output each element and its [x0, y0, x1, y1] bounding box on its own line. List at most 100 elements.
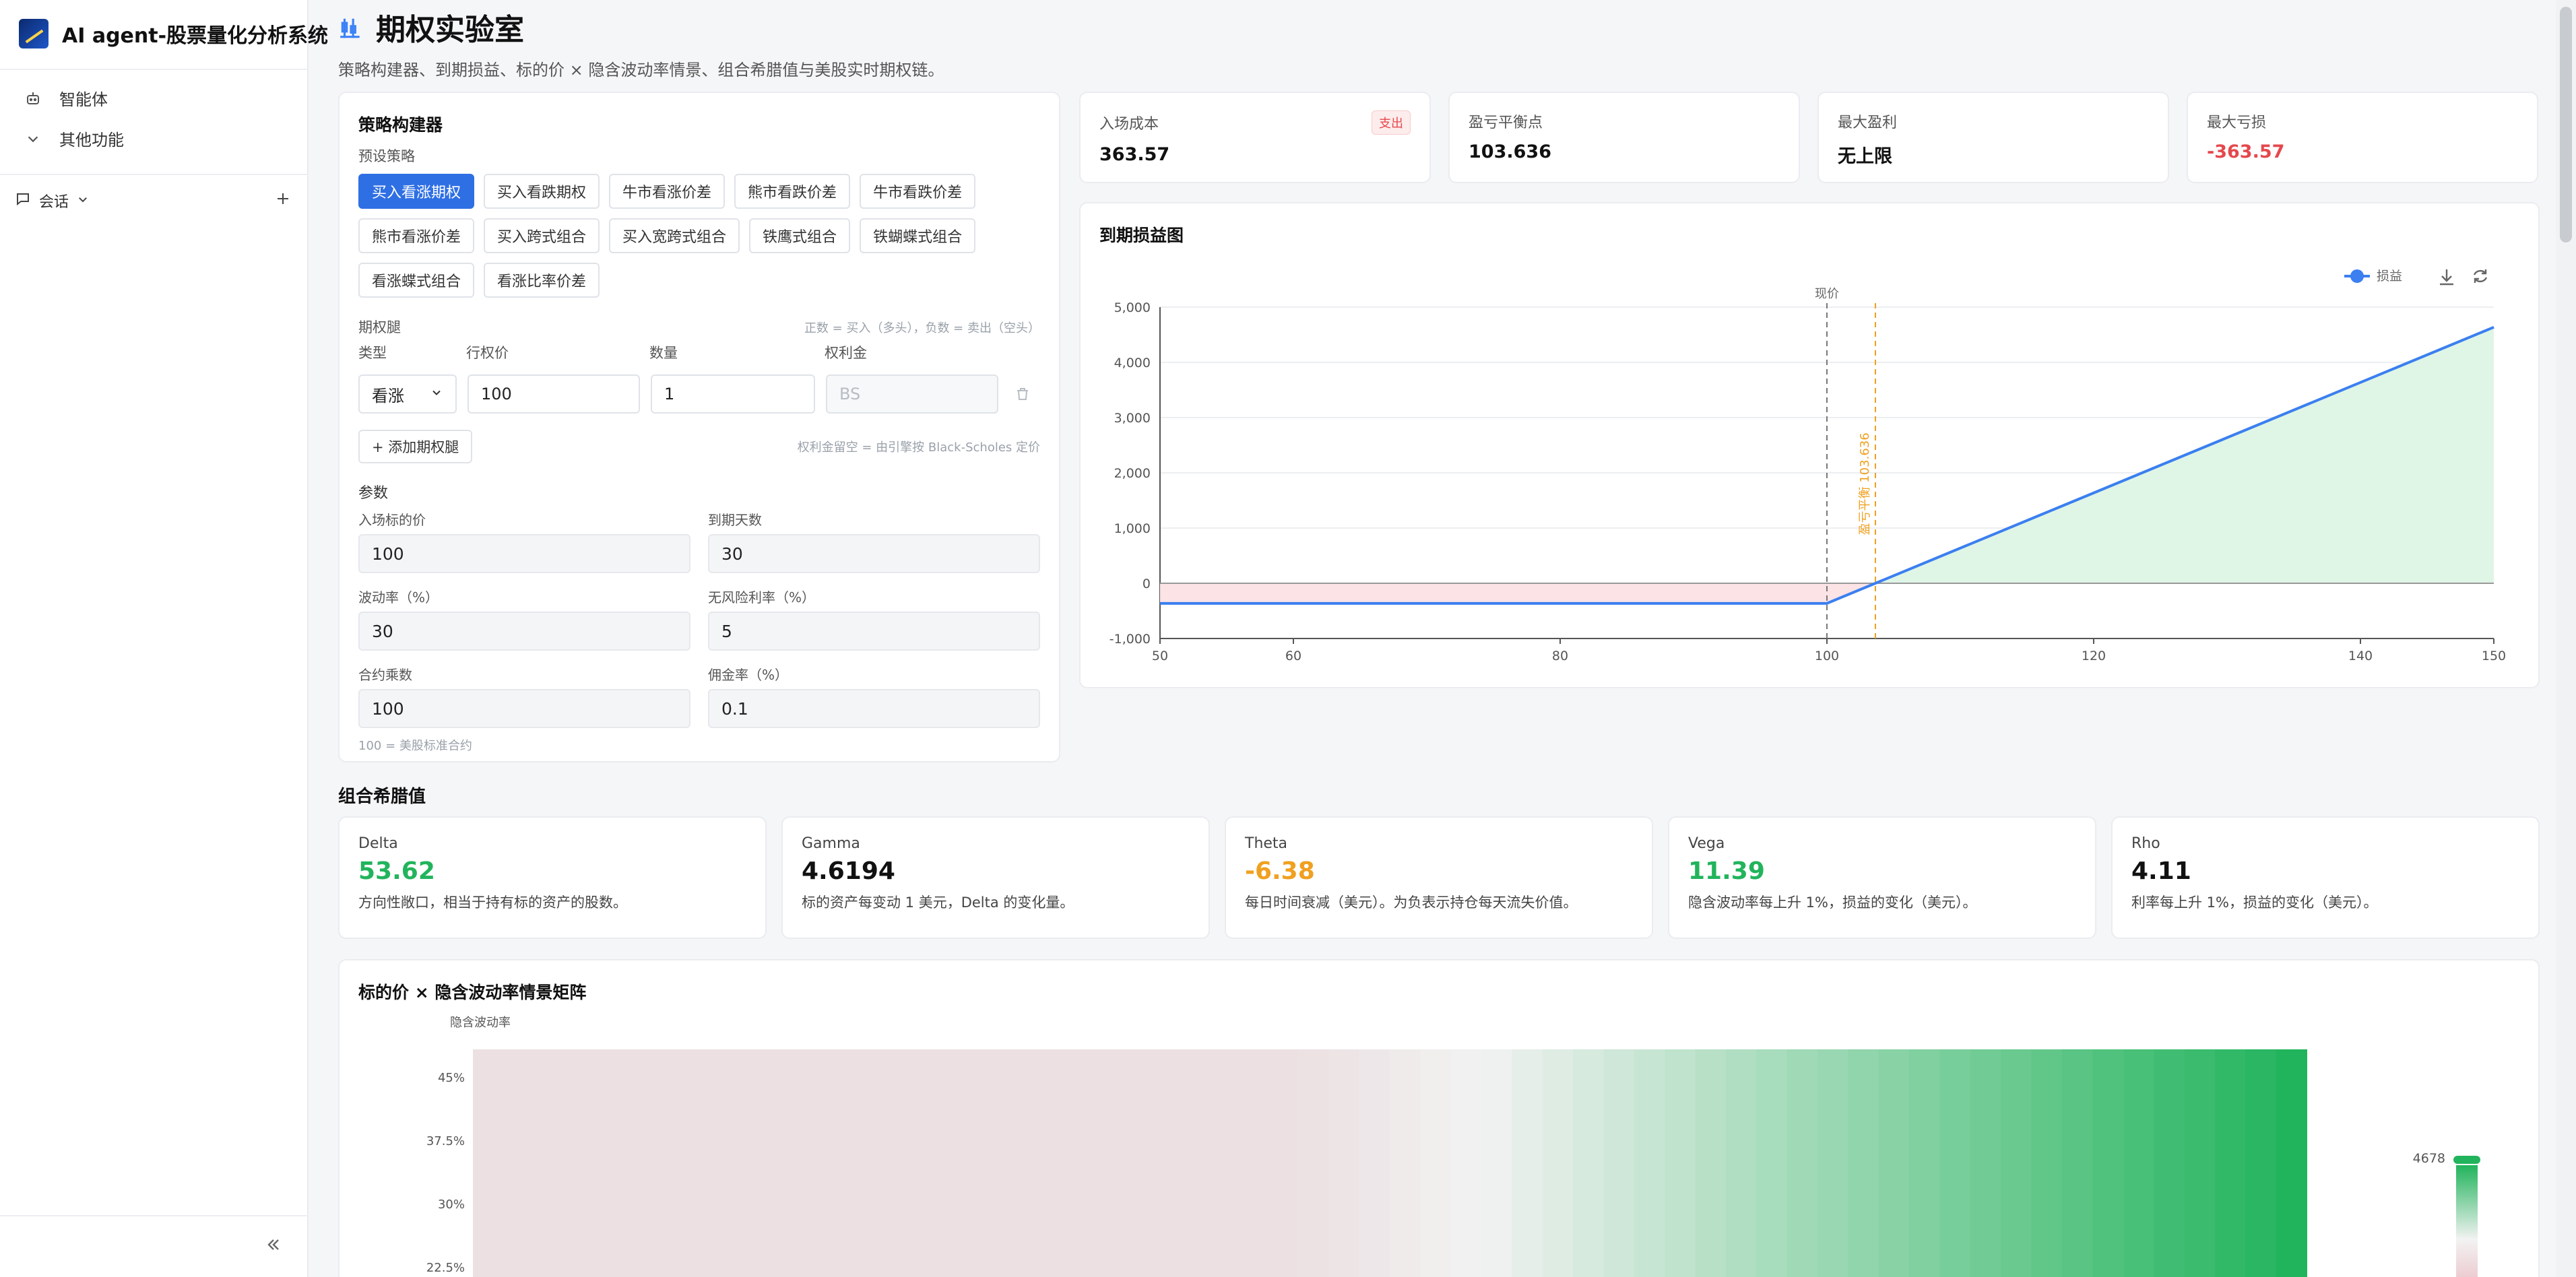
heatmap-cell — [1573, 1239, 1605, 1277]
sidebar-item-other[interactable]: 其他功能 — [24, 127, 124, 150]
y-tick-label: 1,000 — [1114, 521, 1151, 536]
add-session-button[interactable] — [275, 191, 291, 211]
heatmap-cell — [2276, 1049, 2307, 1113]
heatmap-cell — [1786, 1113, 1819, 1177]
heatmap-cell — [748, 1239, 779, 1277]
collapse-sidebar-button[interactable] — [264, 1235, 283, 1259]
heatmap-cell — [1023, 1113, 1054, 1177]
heatmap-cell — [1176, 1113, 1207, 1177]
heatmap-cell — [1328, 1113, 1360, 1177]
refresh-icon[interactable] — [2473, 269, 2488, 283]
heatmap-cell — [2154, 1113, 2185, 1177]
preset-button[interactable]: 牛市看跌价差 — [860, 174, 976, 209]
heatmap-cell — [870, 1049, 902, 1113]
heatmap-cell — [778, 1113, 810, 1177]
trash-icon[interactable] — [1009, 381, 1036, 407]
heatmap-cell — [1542, 1113, 1574, 1177]
preset-button[interactable]: 熊市看跌价差 — [734, 174, 851, 209]
heatmap-cell — [1786, 1049, 1819, 1113]
heatmap-cell — [1573, 1113, 1605, 1177]
sidebar-item-label: 智能体 — [59, 90, 108, 109]
volatility-input[interactable]: 30 — [358, 612, 690, 651]
preset-button[interactable]: 看涨比率价差 — [484, 263, 600, 298]
download-icon[interactable] — [2440, 269, 2453, 286]
sidebar-divider — [0, 69, 309, 70]
main-content: 期权实验室 策略构建器、到期损益、标的价 × 隐含波动率情景、组合希腊值与美股实… — [309, 0, 2556, 1277]
leg-type-select[interactable]: 看涨 — [358, 374, 457, 414]
heatmap-cell — [1114, 1176, 1147, 1240]
heatmap-cell — [2214, 1113, 2247, 1177]
heatmap-cell — [1237, 1113, 1268, 1177]
heatmap-cell — [992, 1113, 1024, 1177]
heatmap-cell — [1603, 1049, 1635, 1113]
heatmap-cell — [2154, 1176, 2185, 1240]
heatmap-cell — [1512, 1049, 1543, 1113]
summary-max-loss: 最大亏损 -363.57 — [2187, 92, 2538, 183]
heatmap-cell — [961, 1239, 994, 1277]
commission-input[interactable]: 0.1 — [708, 689, 1040, 728]
heatmap-cell — [565, 1113, 596, 1177]
heatmap-cell — [1848, 1239, 1879, 1277]
preset-button[interactable]: 买入看涨期权 — [358, 174, 475, 209]
heatmap-cell — [748, 1113, 779, 1177]
col-premium: 权利金 — [825, 345, 867, 361]
param-label: 到期天数 — [708, 512, 762, 528]
heatmap-cell — [1970, 1239, 2002, 1277]
preset-button[interactable]: 买入宽跨式组合 — [609, 218, 740, 253]
heatmap-cell — [1848, 1049, 1879, 1113]
sidebar-item-agent[interactable]: 智能体 — [24, 86, 108, 110]
breakeven-label: 盈亏平衡 103.636 — [1858, 432, 1872, 535]
heatmap-cell — [839, 1049, 871, 1113]
heatmap-cell — [1328, 1176, 1360, 1240]
heatmap-cell — [1237, 1176, 1268, 1240]
greek-card-delta: Delta 53.62 方向性敞口，相当于持有标的资产的股数。 — [338, 816, 767, 939]
heatmap-cell — [1542, 1176, 1574, 1240]
scrollbar-thumb[interactable] — [2560, 7, 2572, 242]
heatmap-cell — [686, 1049, 718, 1113]
heatmap-cell — [901, 1113, 932, 1177]
col-strike: 行权价 — [466, 345, 509, 361]
session-toggle[interactable]: 会话 — [15, 190, 89, 211]
heatmap-cell — [1909, 1239, 1941, 1277]
legs-label: 期权腿 — [358, 319, 401, 335]
heatmap-cell — [1634, 1113, 1666, 1177]
x-tick-label: 120 — [2082, 649, 2106, 663]
days-to-expiry-input[interactable]: 30 — [708, 534, 1040, 573]
heatmap-cell — [2001, 1176, 2032, 1240]
brand[interactable]: AI agent-股票量化分析系统 — [19, 19, 328, 48]
heatmap-cell — [1634, 1176, 1666, 1240]
heatmap-cell — [1145, 1239, 1177, 1277]
multiplier-hint: 100 = 美股标准合约 — [358, 739, 472, 753]
heatmap-cell — [1817, 1113, 1849, 1177]
add-leg-button[interactable]: + 添加期权腿 — [358, 430, 473, 463]
download-icon-path — [2440, 269, 2453, 286]
heatmap-cell — [2001, 1239, 2032, 1277]
preset-button[interactable]: 看涨蝶式组合 — [358, 263, 475, 298]
summary-value: 363.57 — [1099, 144, 1170, 165]
leg-strike-input[interactable]: 100 — [468, 374, 640, 414]
heatmap-cell — [1695, 1239, 1727, 1277]
multiplier-input[interactable]: 100 — [358, 689, 690, 728]
sidebar-divider — [0, 174, 309, 175]
preset-button[interactable]: 熊市看涨价差 — [358, 218, 475, 253]
heatmap-cell — [901, 1049, 932, 1113]
heatmap-cell — [2245, 1049, 2277, 1113]
leg-premium-input[interactable]: BS — [826, 374, 998, 414]
risk-free-rate-input[interactable]: 5 — [708, 612, 1040, 651]
entry-price-input[interactable]: 100 — [358, 534, 690, 573]
heatmap-cell — [809, 1239, 841, 1277]
preset-button[interactable]: 牛市看涨价差 — [609, 174, 726, 209]
heatmap-cell — [931, 1113, 963, 1177]
preset-button[interactable]: 铁鹰式组合 — [749, 218, 851, 253]
preset-button[interactable]: 买入看跌期权 — [484, 174, 600, 209]
legend-marker — [2350, 269, 2364, 283]
leg-qty-input[interactable]: 1 — [651, 374, 815, 414]
preset-button[interactable]: 买入跨式组合 — [484, 218, 600, 253]
builder-title: 策略构建器 — [358, 115, 443, 135]
heatmap-cell — [1390, 1176, 1421, 1240]
page-scrollbar[interactable] — [2556, 0, 2576, 1277]
heatmap-cell — [1084, 1176, 1116, 1240]
preset-button[interactable]: 铁蝴蝶式组合 — [860, 218, 976, 253]
heatmap-cell — [2062, 1049, 2094, 1113]
heatmap-cell — [1359, 1113, 1390, 1177]
